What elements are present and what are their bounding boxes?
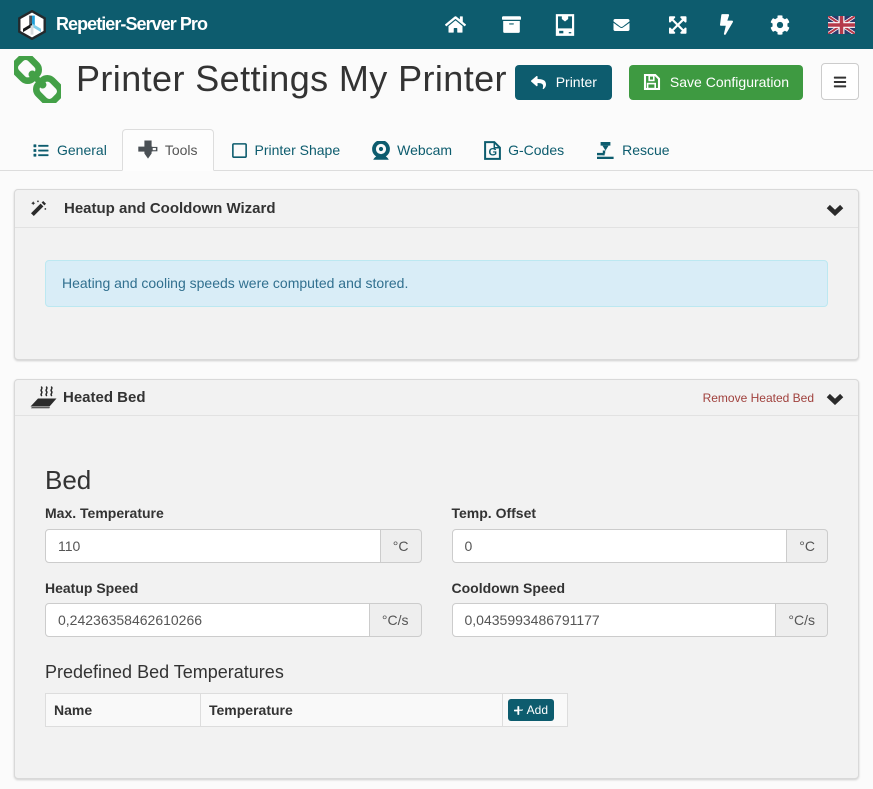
svg-text:G: G bbox=[489, 146, 498, 158]
